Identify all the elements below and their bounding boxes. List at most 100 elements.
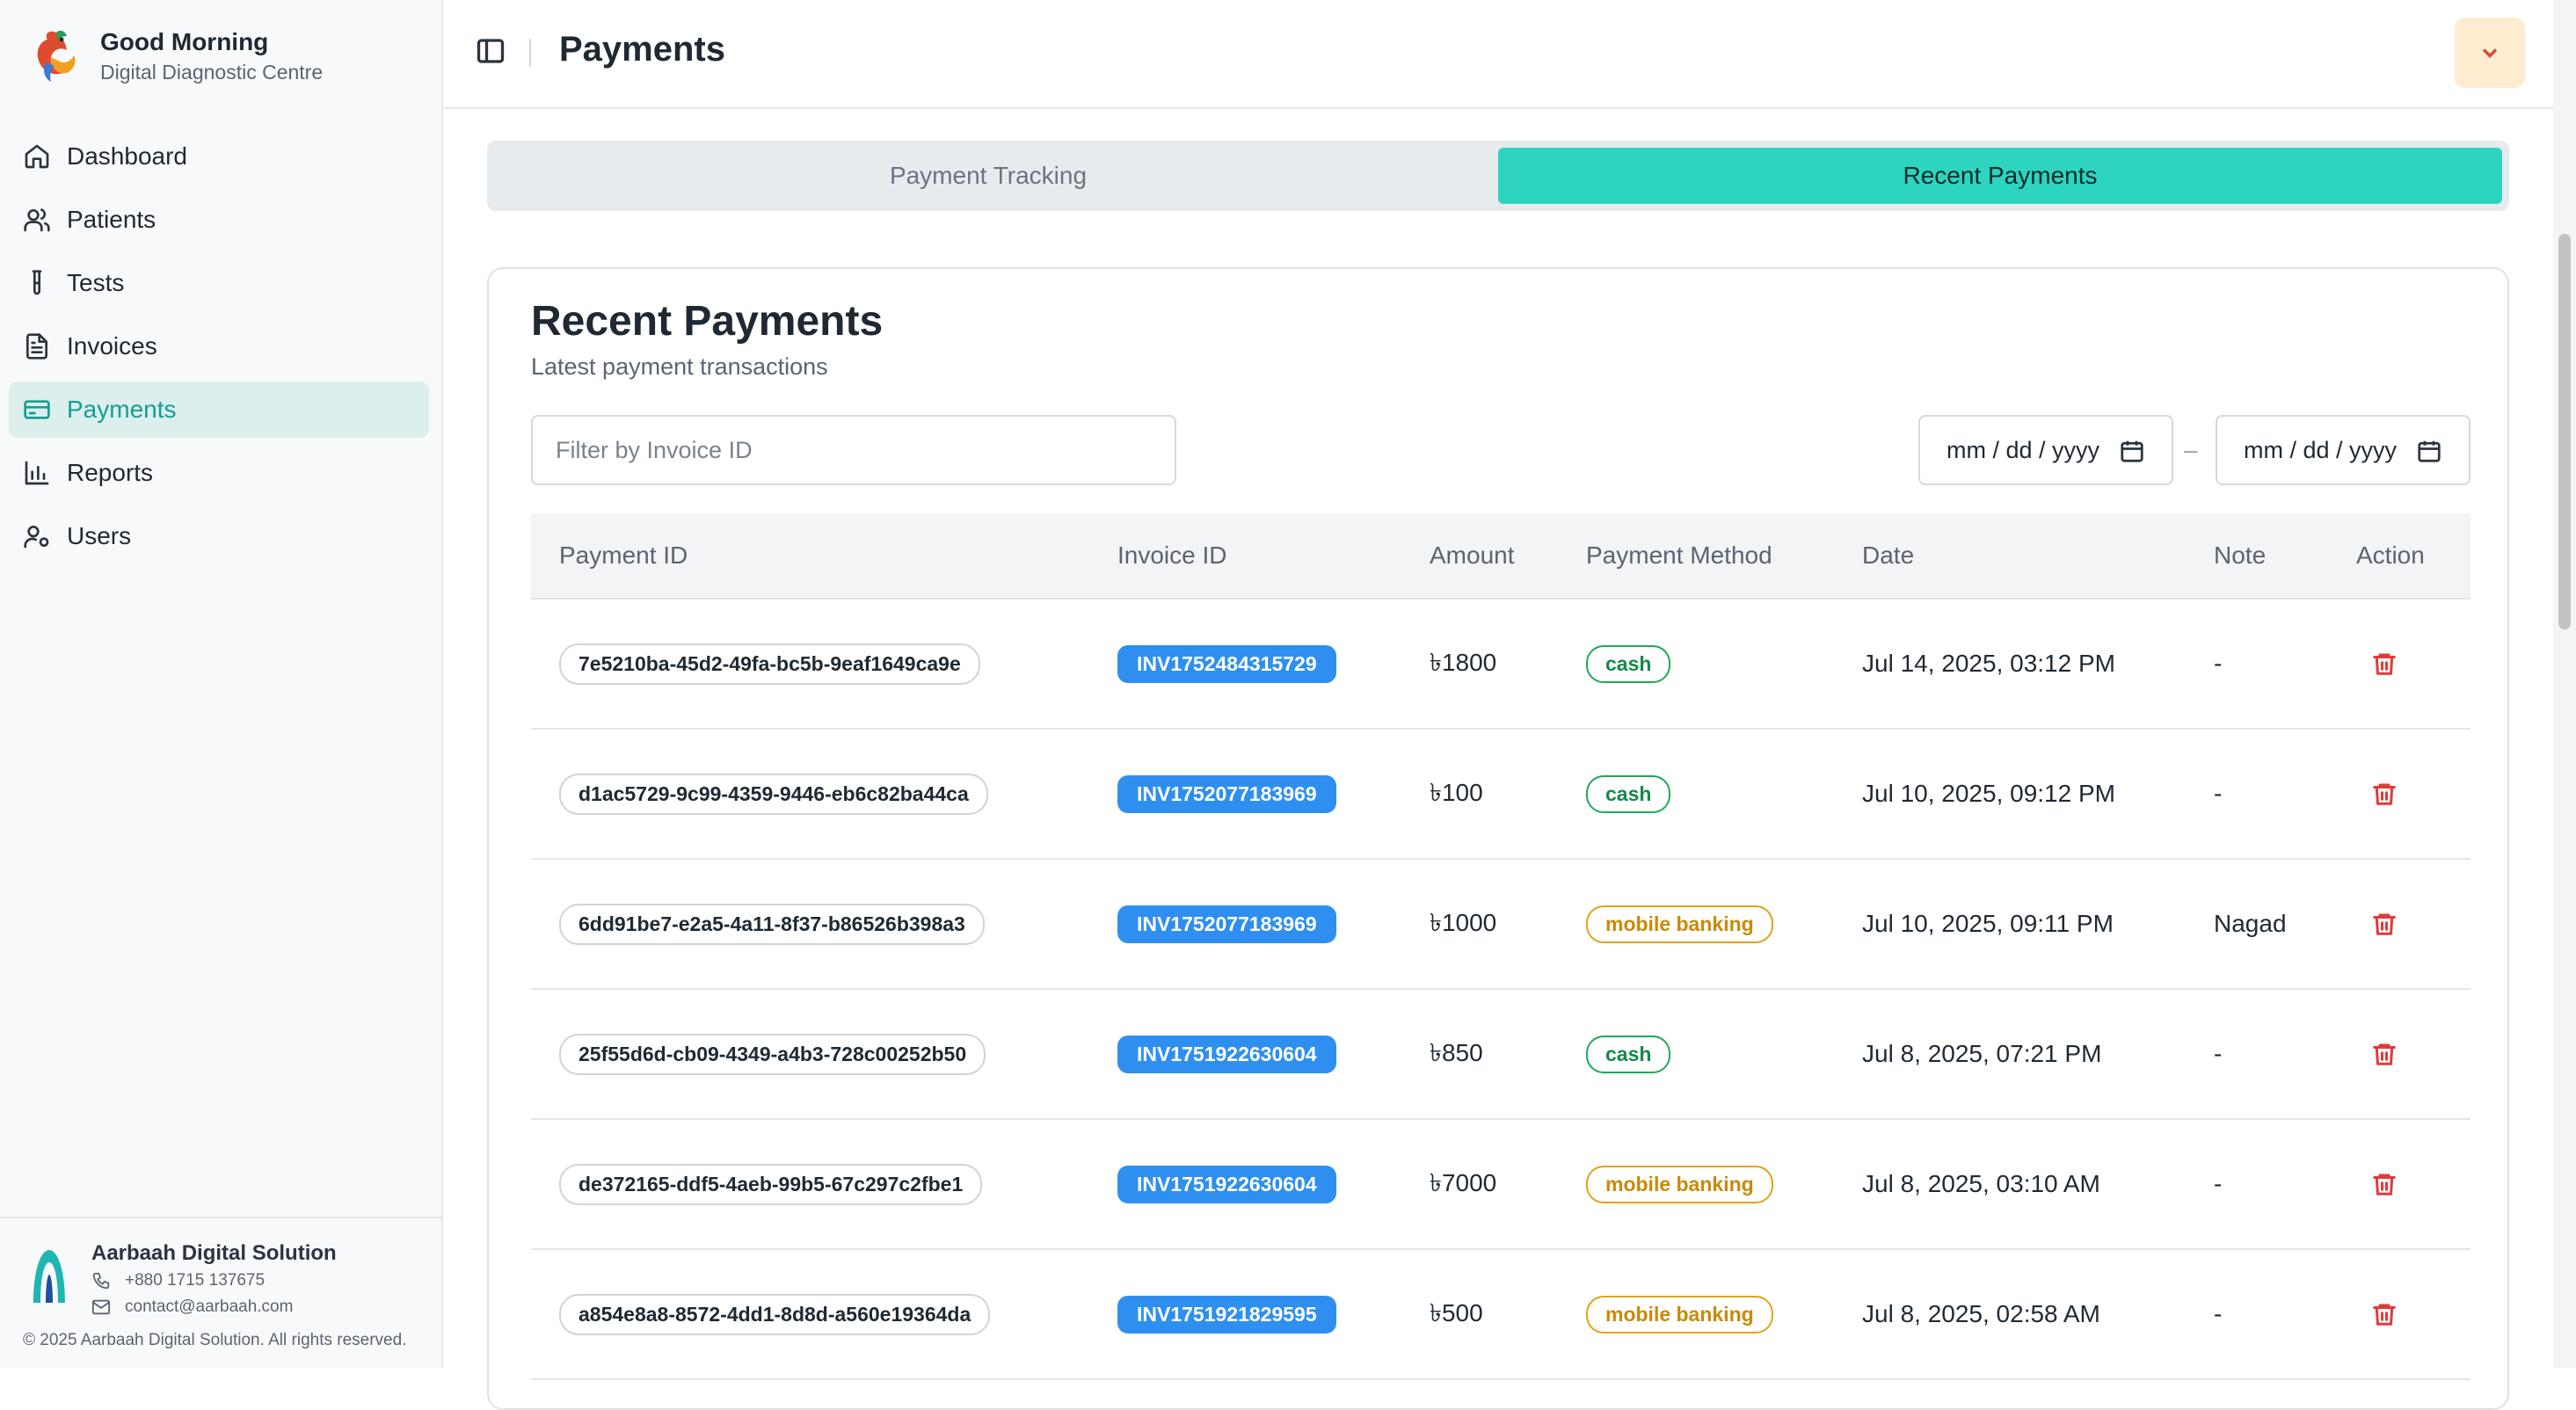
trash-icon — [2373, 783, 2396, 805]
card-title: Recent Payments — [531, 298, 884, 345]
sidebar-toggle-button[interactable] — [475, 35, 506, 67]
sidebar-item-label: Dashboard — [67, 142, 187, 170]
brand-title: Good Morning — [100, 28, 269, 55]
date-to-input[interactable]: mm / dd / yyyy — [2216, 415, 2470, 485]
payment-note: - — [2214, 650, 2223, 677]
sidebar-item-dashboard[interactable]: Dashboard — [9, 128, 429, 185]
payment-method-badge: cash — [1586, 644, 1671, 683]
payment-date: Jul 8, 2025, 02:58 AM — [1862, 1300, 2100, 1327]
trash-icon — [2373, 1174, 2396, 1196]
column-header-payment-method[interactable]: Payment Method — [1586, 513, 1772, 598]
sidebar-item-label: Invoices — [67, 332, 157, 360]
phone-number: +880 1715 137675 — [125, 1271, 266, 1290]
invoice-id-badge[interactable]: INV1751922630604 — [1117, 1165, 1336, 1203]
sidebar-item-label: Tests — [67, 269, 125, 296]
payment-id-badge: a854e8a8-8572-4dd1-8d8d-a560e19364da — [559, 1293, 991, 1335]
amount: ৳500 — [1430, 1298, 1483, 1326]
table-row[interactable]: 6dd91be7-e2a5-4a11-8f37-b86526b398a3 INV… — [531, 860, 2470, 990]
home-icon — [25, 144, 49, 169]
payment-note: - — [2214, 1040, 2223, 1067]
credit-card-icon — [24, 400, 50, 419]
mail-icon — [91, 1299, 111, 1315]
sidebar-item-invoices[interactable]: Invoices — [9, 318, 429, 374]
date-range-separator: – — [2184, 436, 2198, 463]
trash-icon — [2373, 653, 2396, 675]
table-row[interactable]: 7e5210ba-45d2-49fa-bc5b-9eaf1649ca9e INV… — [531, 600, 2470, 730]
invoice-filter-input[interactable] — [531, 415, 1176, 485]
invoice-id-badge[interactable]: INV1751921829595 — [1117, 1295, 1336, 1334]
column-header-invoice-id[interactable]: Invoice ID — [1117, 513, 1227, 598]
scrollbar-thumb[interactable] — [2558, 234, 2571, 629]
scrollbar[interactable] — [2553, 0, 2576, 1368]
column-header-action: Action — [2356, 541, 2425, 569]
tab-payment-tracking[interactable]: Payment Tracking — [494, 148, 1482, 204]
table-row[interactable]: a854e8a8-8572-4dd1-8d8d-a560e19364da INV… — [531, 1250, 2470, 1380]
invoice-id-badge[interactable]: INV1751922630604 — [1117, 1035, 1336, 1073]
payment-method-badge: mobile banking — [1586, 905, 1773, 943]
test-tube-icon — [32, 270, 42, 295]
user-menu-button[interactable] — [2455, 18, 2525, 88]
date-to-placeholder: mm / dd / yyyy — [2244, 436, 2398, 463]
table-row[interactable]: de372165-ddf5-4aeb-99b5-67c297c2fbe1 INV… — [531, 1120, 2470, 1250]
chevron-down-icon — [2482, 48, 2498, 58]
payment-note: - — [2214, 1170, 2223, 1197]
delete-button[interactable] — [2363, 1033, 2405, 1075]
payment-note: - — [2214, 1300, 2223, 1327]
payment-id-badge: 6dd91be7-e2a5-4a11-8f37-b86526b398a3 — [559, 903, 985, 945]
column-header-date[interactable]: Date — [1862, 513, 1914, 598]
invoice-id-badge[interactable]: INV1752077183969 — [1117, 905, 1336, 943]
column-header-amount[interactable]: Amount — [1430, 513, 1515, 598]
sidebar-item-tests[interactable]: Tests — [9, 255, 429, 311]
sidebar-footer: Aarbaah Digital Solution +880 1715 13767… — [0, 1217, 441, 1368]
delete-button[interactable] — [2363, 643, 2405, 685]
sidebar-item-users[interactable]: Users — [9, 508, 429, 564]
brand[interactable]: Good Morning Digital Diagnostic Centre — [30, 26, 323, 86]
trash-icon — [2373, 913, 2396, 935]
date-from-placeholder: mm / dd / yyyy — [1947, 436, 2100, 463]
payment-date: Jul 8, 2025, 07:21 PM — [1862, 1040, 2102, 1067]
calendar-icon[interactable] — [2119, 438, 2145, 464]
page-title: Payments — [559, 30, 725, 69]
delete-button[interactable] — [2363, 1163, 2405, 1205]
sidebar-item-reports[interactable]: Reports — [9, 445, 429, 501]
payments-table: Payment ID Invoice ID Amount Payment Met… — [531, 513, 2470, 1380]
payment-date: Jul 8, 2025, 03:10 AM — [1862, 1170, 2100, 1197]
payment-date: Jul 10, 2025, 09:12 PM — [1862, 780, 2115, 807]
date-from-input[interactable]: mm / dd / yyyy — [1918, 415, 2173, 485]
amount: ৳1800 — [1430, 648, 1497, 676]
company-info: Aarbaah Digital Solution +880 1715 13767… — [28, 1239, 337, 1320]
delete-button[interactable] — [2363, 773, 2405, 815]
payment-method-badge: mobile banking — [1586, 1295, 1773, 1334]
payment-method-badge: mobile banking — [1586, 1165, 1773, 1203]
payment-tabs: Payment Tracking Recent Payments — [487, 141, 2509, 211]
user-cog-icon — [24, 526, 49, 549]
top-bar: Payments — [443, 0, 2553, 109]
delete-button[interactable] — [2363, 903, 2405, 945]
payment-id-badge: 25f55d6d-cb09-4349-a4b3-728c00252b50 — [559, 1033, 986, 1075]
invoice-id-badge[interactable]: INV1752077183969 — [1117, 774, 1336, 813]
amount: ৳1000 — [1430, 908, 1497, 936]
sidebar-item-label: Patients — [67, 206, 156, 233]
brand-subtitle: Digital Diagnostic Centre — [100, 61, 324, 84]
brand-logo — [37, 30, 76, 82]
card-subtitle: Latest payment transactions — [531, 353, 828, 380]
table-row[interactable]: d1ac5729-9c99-4359-9446-eb6c82ba44ca INV… — [531, 730, 2470, 860]
email-line[interactable]: contact@aarbaah.com — [91, 1294, 337, 1320]
recent-payments-card: Recent Payments Latest payment transacti… — [487, 267, 2509, 1410]
phone-line[interactable]: +880 1715 137675 — [91, 1268, 337, 1294]
company-logo — [33, 1250, 65, 1303]
calendar-icon[interactable] — [2416, 438, 2442, 464]
delete-button[interactable] — [2363, 1293, 2405, 1335]
sidebar-item-payments[interactable]: Payments — [9, 382, 429, 438]
invoice-id-badge[interactable]: INV1752484315729 — [1117, 644, 1336, 683]
column-header-payment-id[interactable]: Payment ID — [559, 513, 688, 598]
trash-icon — [2373, 1043, 2396, 1065]
payment-id-badge: d1ac5729-9c99-4359-9446-eb6c82ba44ca — [559, 773, 988, 815]
payment-id-badge: de372165-ddf5-4aeb-99b5-67c297c2fbe1 — [559, 1163, 983, 1205]
sidebar-item-label: Users — [67, 522, 132, 549]
payment-id-badge: 7e5210ba-45d2-49fa-bc5b-9eaf1649ca9e — [559, 643, 980, 685]
table-row[interactable]: 25f55d6d-cb09-4349-a4b3-728c00252b50 INV… — [531, 990, 2470, 1120]
column-header-note[interactable]: Note — [2214, 513, 2266, 598]
sidebar-item-patients[interactable]: Patients — [9, 192, 429, 248]
tab-recent-payments[interactable]: Recent Payments — [1498, 148, 2502, 204]
